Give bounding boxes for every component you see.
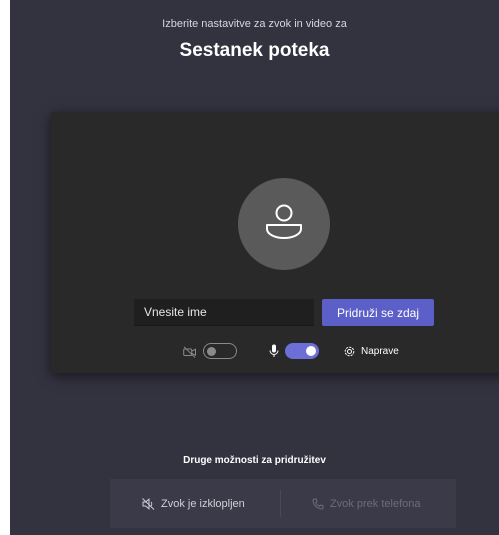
- meeting-title: Sestanek poteka: [179, 40, 330, 61]
- devices-label: Naprave: [361, 345, 399, 357]
- camera-toggle[interactable]: [203, 343, 237, 359]
- gear-icon: [343, 345, 356, 358]
- person-icon: [266, 204, 302, 239]
- camera-control: [183, 341, 237, 361]
- devices-button[interactable]: Naprave: [343, 341, 399, 361]
- header-subtitle: Izberite nastavitve za zvok in video za: [162, 18, 347, 30]
- microphone-control: [269, 341, 319, 361]
- join-options-bar: Zvok je izklopljen Zvok prek telefona: [110, 479, 456, 528]
- phone-audio-option[interactable]: Zvok prek telefona: [312, 479, 421, 528]
- phone-icon: [312, 498, 324, 510]
- audio-off-label: Zvok je izklopljen: [161, 497, 245, 510]
- microphone-toggle[interactable]: [285, 343, 319, 359]
- window-edge: [0, 0, 10, 535]
- microphone-icon: [269, 344, 279, 358]
- avatar: [238, 178, 330, 270]
- audio-off-option[interactable]: Zvok je izklopljen: [142, 479, 245, 528]
- camera-toggle-knob: [207, 346, 216, 356]
- video-preview-card: Pridruži se zdaj: [51, 112, 499, 373]
- speaker-off-icon: [142, 497, 155, 510]
- name-input[interactable]: [134, 299, 314, 326]
- options-divider: [280, 490, 281, 517]
- join-now-button[interactable]: Pridruži se zdaj: [322, 299, 434, 326]
- other-join-options-heading: Druge možnosti za pridružitev: [183, 455, 326, 466]
- phone-audio-label: Zvok prek telefona: [330, 497, 421, 510]
- microphone-toggle-knob: [306, 346, 316, 356]
- prejoin-screen: Izberite nastavitve za zvok in video za …: [10, 0, 499, 535]
- camera-off-icon: [183, 345, 197, 358]
